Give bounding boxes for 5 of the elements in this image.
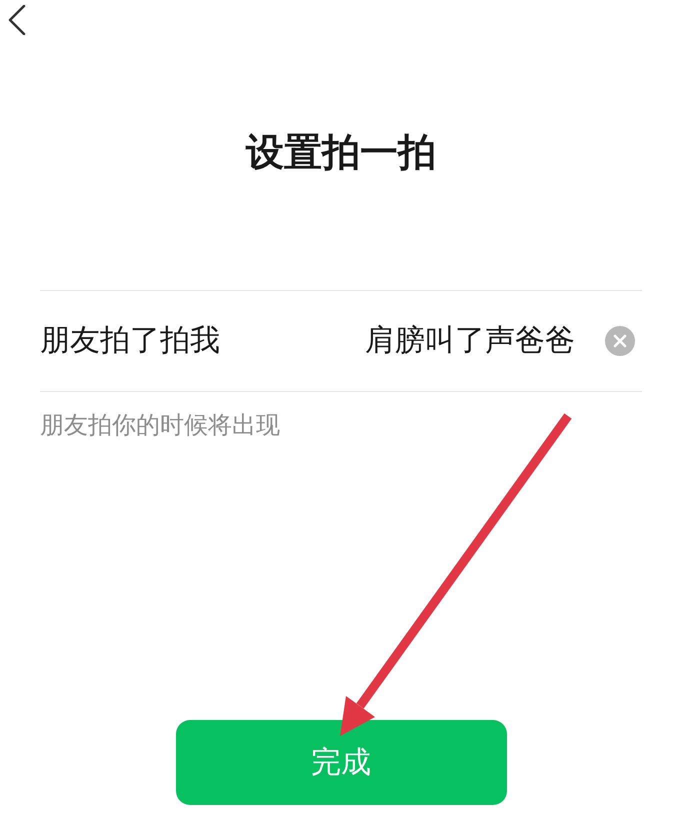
field-label: 朋友拍了拍我	[40, 322, 220, 360]
back-icon[interactable]	[8, 5, 26, 35]
text-field[interactable]: 肩膀叫了声爸爸	[220, 321, 575, 361]
page-title: 设置拍一拍	[246, 129, 436, 175]
hint-text: 朋友拍你的时候将出现	[40, 410, 280, 441]
